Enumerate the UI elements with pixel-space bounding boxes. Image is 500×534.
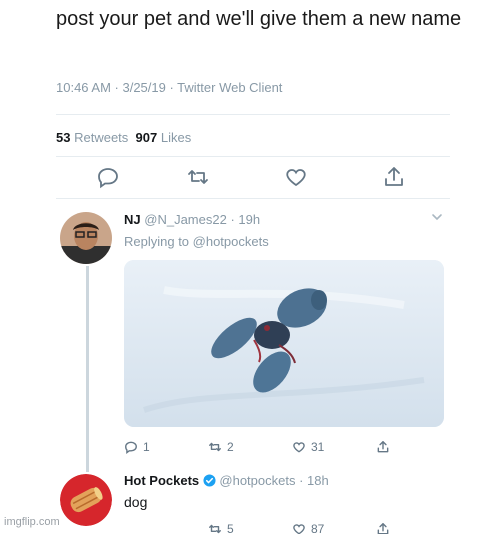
likes-label[interactable]: Likes [161, 130, 191, 145]
divider [56, 198, 450, 199]
replying-to: Replying to @hotpockets [124, 234, 269, 249]
like-icon[interactable] [284, 165, 308, 189]
reply-header: NJ @N_James22 · 19h [124, 212, 260, 227]
reply-icon[interactable] [124, 440, 138, 457]
thread-line [86, 266, 89, 472]
retweets-label[interactable]: Retweets [74, 130, 128, 145]
tweet-text: post your pet and we'll give them a new … [56, 8, 462, 30]
reply-count: 1 [143, 440, 150, 454]
divider [56, 156, 450, 157]
share-icon[interactable] [376, 440, 390, 457]
divider [56, 114, 450, 115]
retweet-count: 2 [227, 440, 234, 454]
like-count: 87 [311, 522, 325, 534]
share-icon[interactable] [382, 165, 406, 189]
like-icon[interactable] [292, 440, 306, 457]
reply-author-name[interactable]: NJ [124, 212, 141, 227]
reply-author-name[interactable]: Hot Pockets [124, 473, 199, 488]
reply-header: Hot Pockets @hotpockets · 18h [124, 473, 329, 488]
tweet-media[interactable] [124, 260, 444, 427]
watermark: imgflip.com [4, 516, 60, 528]
retweets-count[interactable]: 53 [56, 130, 70, 145]
reply-time: · 19h [230, 212, 261, 227]
reply-time: · 18h [299, 473, 329, 488]
retweet-icon[interactable] [208, 440, 222, 457]
avatar[interactable] [60, 474, 112, 526]
likes-count[interactable]: 907 [136, 130, 158, 145]
like-count: 31 [311, 440, 325, 454]
reply-author-handle[interactable]: @N_James22 [144, 212, 227, 227]
retweet-count: 5 [227, 522, 234, 534]
reply-icon[interactable] [96, 165, 120, 189]
reply-action-bar: 5 87 [124, 522, 444, 534]
reply-author-handle[interactable]: @hotpockets [219, 473, 295, 488]
chevron-down-icon[interactable] [430, 210, 444, 224]
retweet-icon[interactable] [208, 522, 222, 534]
tweet-stats: 53 Retweets 907 Likes [56, 130, 191, 145]
verified-badge-icon [203, 474, 216, 487]
share-icon[interactable] [376, 522, 390, 534]
reply-action-bar: 1 2 31 [124, 440, 444, 460]
reply-text: dog [124, 494, 148, 510]
tweet-meta: 10:46 AM · 3/25/19 · Twitter Web Client [56, 80, 283, 95]
like-icon[interactable] [292, 522, 306, 534]
avatar[interactable] [60, 212, 112, 264]
tweet-action-bar [0, 165, 500, 195]
retweet-icon[interactable] [186, 165, 210, 189]
